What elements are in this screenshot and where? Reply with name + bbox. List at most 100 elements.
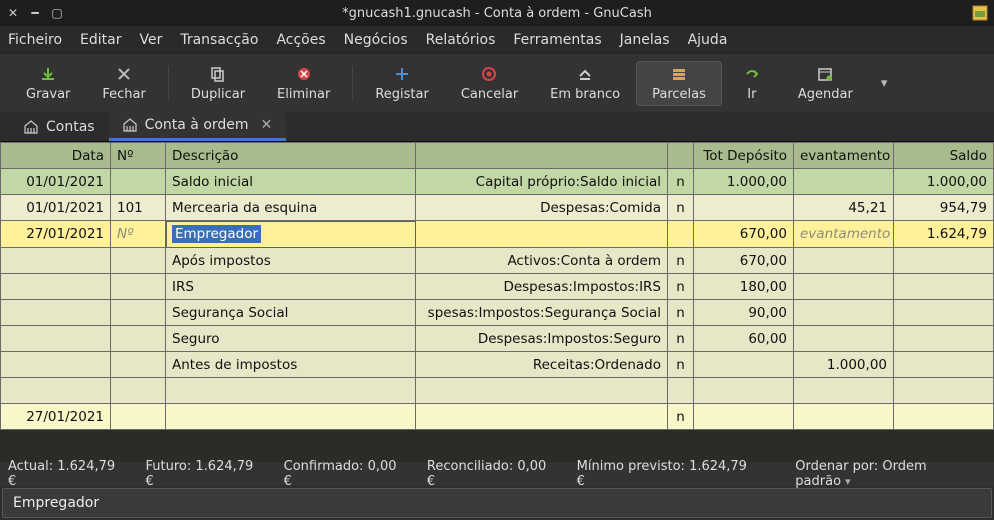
cell[interactable]: 1.000,00 <box>794 352 894 378</box>
cell[interactable]: n <box>668 195 694 221</box>
cell[interactable]: n <box>668 326 694 352</box>
cell[interactable]: Despesas:Comida <box>416 195 668 221</box>
cell[interactable] <box>794 169 894 195</box>
col-deposito[interactable]: Tot Depósito <box>694 143 794 169</box>
cell[interactable]: 27/01/2021 <box>1 221 111 248</box>
cell[interactable]: IRS <box>166 274 416 300</box>
cell[interactable] <box>111 274 166 300</box>
table-row[interactable]: SeguroDespesas:Impostos:Seguron60,00 <box>1 326 994 352</box>
menu-transaccao[interactable]: Transacção <box>180 32 258 48</box>
toolbar-ir[interactable]: Ir <box>722 61 782 106</box>
cell[interactable]: Seguro <box>166 326 416 352</box>
menu-negocios[interactable]: Negócios <box>344 32 408 48</box>
table-row[interactable]: Após impostosActivos:Conta à ordemn670,0… <box>1 248 994 274</box>
cell[interactable]: 954,79 <box>894 195 994 221</box>
cell[interactable] <box>694 378 794 404</box>
table-row[interactable]: 01/01/2021Saldo inicialCapital próprio:S… <box>1 169 994 195</box>
cell[interactable] <box>1 352 111 378</box>
toolbar-embranco[interactable]: Em branco <box>534 61 636 106</box>
cell[interactable]: 1.000,00 <box>694 169 794 195</box>
toolbar-overflow[interactable]: ▾ <box>873 76 896 91</box>
cell[interactable] <box>894 274 994 300</box>
cell[interactable] <box>111 378 166 404</box>
cell[interactable] <box>894 300 994 326</box>
cell[interactable]: 60,00 <box>694 326 794 352</box>
menu-ajuda[interactable]: Ajuda <box>688 32 728 48</box>
cell[interactable] <box>694 195 794 221</box>
cell[interactable] <box>166 378 416 404</box>
cell[interactable]: 45,21 <box>794 195 894 221</box>
cell[interactable]: 670,00 <box>694 248 794 274</box>
cell[interactable] <box>694 404 794 430</box>
table-row[interactable]: Segurança Socialspesas:Impostos:Seguranç… <box>1 300 994 326</box>
wm-maximize-icon[interactable]: ▢ <box>50 6 64 20</box>
cell[interactable]: 90,00 <box>694 300 794 326</box>
cell[interactable]: 180,00 <box>694 274 794 300</box>
summary-ordenar[interactable]: Ordenar por: Ordem padrão▾ <box>795 459 986 489</box>
cell[interactable] <box>1 326 111 352</box>
col-descricao[interactable]: Descrição <box>166 143 416 169</box>
register-table[interactable]: Data Nº Descrição Tot Depósito evantamen… <box>0 142 994 430</box>
cell[interactable] <box>668 221 694 248</box>
cell[interactable] <box>111 300 166 326</box>
cell[interactable] <box>1 378 111 404</box>
cell[interactable] <box>894 404 994 430</box>
cell[interactable]: Receitas:Ordenado <box>416 352 668 378</box>
toolbar-gravar[interactable]: Gravar <box>10 61 86 106</box>
col-r[interactable] <box>668 143 694 169</box>
col-levantamento[interactable]: evantamento <box>794 143 894 169</box>
table-row[interactable]: Antes de impostosReceitas:Ordenadon1.000… <box>1 352 994 378</box>
menu-accoes[interactable]: Acções <box>276 32 325 48</box>
cell[interactable] <box>1 300 111 326</box>
cell[interactable]: Segurança Social <box>166 300 416 326</box>
cell[interactable]: Capital próprio:Saldo inicial <box>416 169 668 195</box>
cell[interactable] <box>111 404 166 430</box>
menu-editar[interactable]: Editar <box>80 32 121 48</box>
table-row[interactable]: IRSDespesas:Impostos:IRSn180,00 <box>1 274 994 300</box>
cell[interactable]: evantamento <box>794 221 894 248</box>
cell[interactable] <box>894 378 994 404</box>
cell[interactable] <box>668 378 694 404</box>
cell[interactable] <box>1 248 111 274</box>
menu-ver[interactable]: Ver <box>139 32 162 48</box>
cell[interactable]: n <box>668 404 694 430</box>
toolbar-duplicar[interactable]: Duplicar <box>175 61 261 106</box>
toolbar-fechar[interactable]: Fechar <box>86 61 161 106</box>
cell[interactable]: 670,00 <box>694 221 794 248</box>
wm-close-icon[interactable]: ✕ <box>6 6 20 20</box>
table-row[interactable]: 01/01/2021101Mercearia da esquinaDespesa… <box>1 195 994 221</box>
toolbar-cancelar[interactable]: Cancelar <box>445 61 534 106</box>
cell[interactable] <box>416 404 668 430</box>
table-row[interactable]: 27/01/2021 n <box>1 404 994 430</box>
cell[interactable]: 1.624,79 <box>894 221 994 248</box>
cell[interactable] <box>794 404 894 430</box>
cell[interactable] <box>694 352 794 378</box>
toolbar-agendar[interactable]: Agendar <box>782 61 869 106</box>
cell[interactable] <box>111 248 166 274</box>
cell[interactable]: 01/01/2021 <box>1 195 111 221</box>
cell[interactable] <box>166 404 416 430</box>
cell[interactable]: n <box>668 274 694 300</box>
cell[interactable] <box>894 248 994 274</box>
cell[interactable]: Empregador <box>166 221 416 248</box>
wm-minimize-icon[interactable]: ━ <box>28 6 42 20</box>
cell[interactable]: 1.000,00 <box>894 169 994 195</box>
cell[interactable] <box>794 274 894 300</box>
cell[interactable] <box>794 326 894 352</box>
cell[interactable] <box>794 248 894 274</box>
menu-ferramentas[interactable]: Ferramentas <box>513 32 601 48</box>
cell[interactable]: Após impostos <box>166 248 416 274</box>
cell[interactable]: Despesas:Impostos:Seguro <box>416 326 668 352</box>
tab-contas[interactable]: Contas <box>10 112 109 141</box>
cell[interactable] <box>416 221 668 248</box>
table-row[interactable] <box>1 378 994 404</box>
col-data[interactable]: Data <box>1 143 111 169</box>
cell[interactable]: Activos:Conta à ordem <box>416 248 668 274</box>
cell[interactable] <box>894 352 994 378</box>
toolbar-eliminar[interactable]: Eliminar <box>261 61 346 106</box>
cell[interactable]: n <box>668 248 694 274</box>
menu-janelas[interactable]: Janelas <box>620 32 670 48</box>
cell[interactable]: Mercearia da esquina <box>166 195 416 221</box>
cell[interactable] <box>111 169 166 195</box>
cell[interactable]: 27/01/2021 <box>1 404 111 430</box>
